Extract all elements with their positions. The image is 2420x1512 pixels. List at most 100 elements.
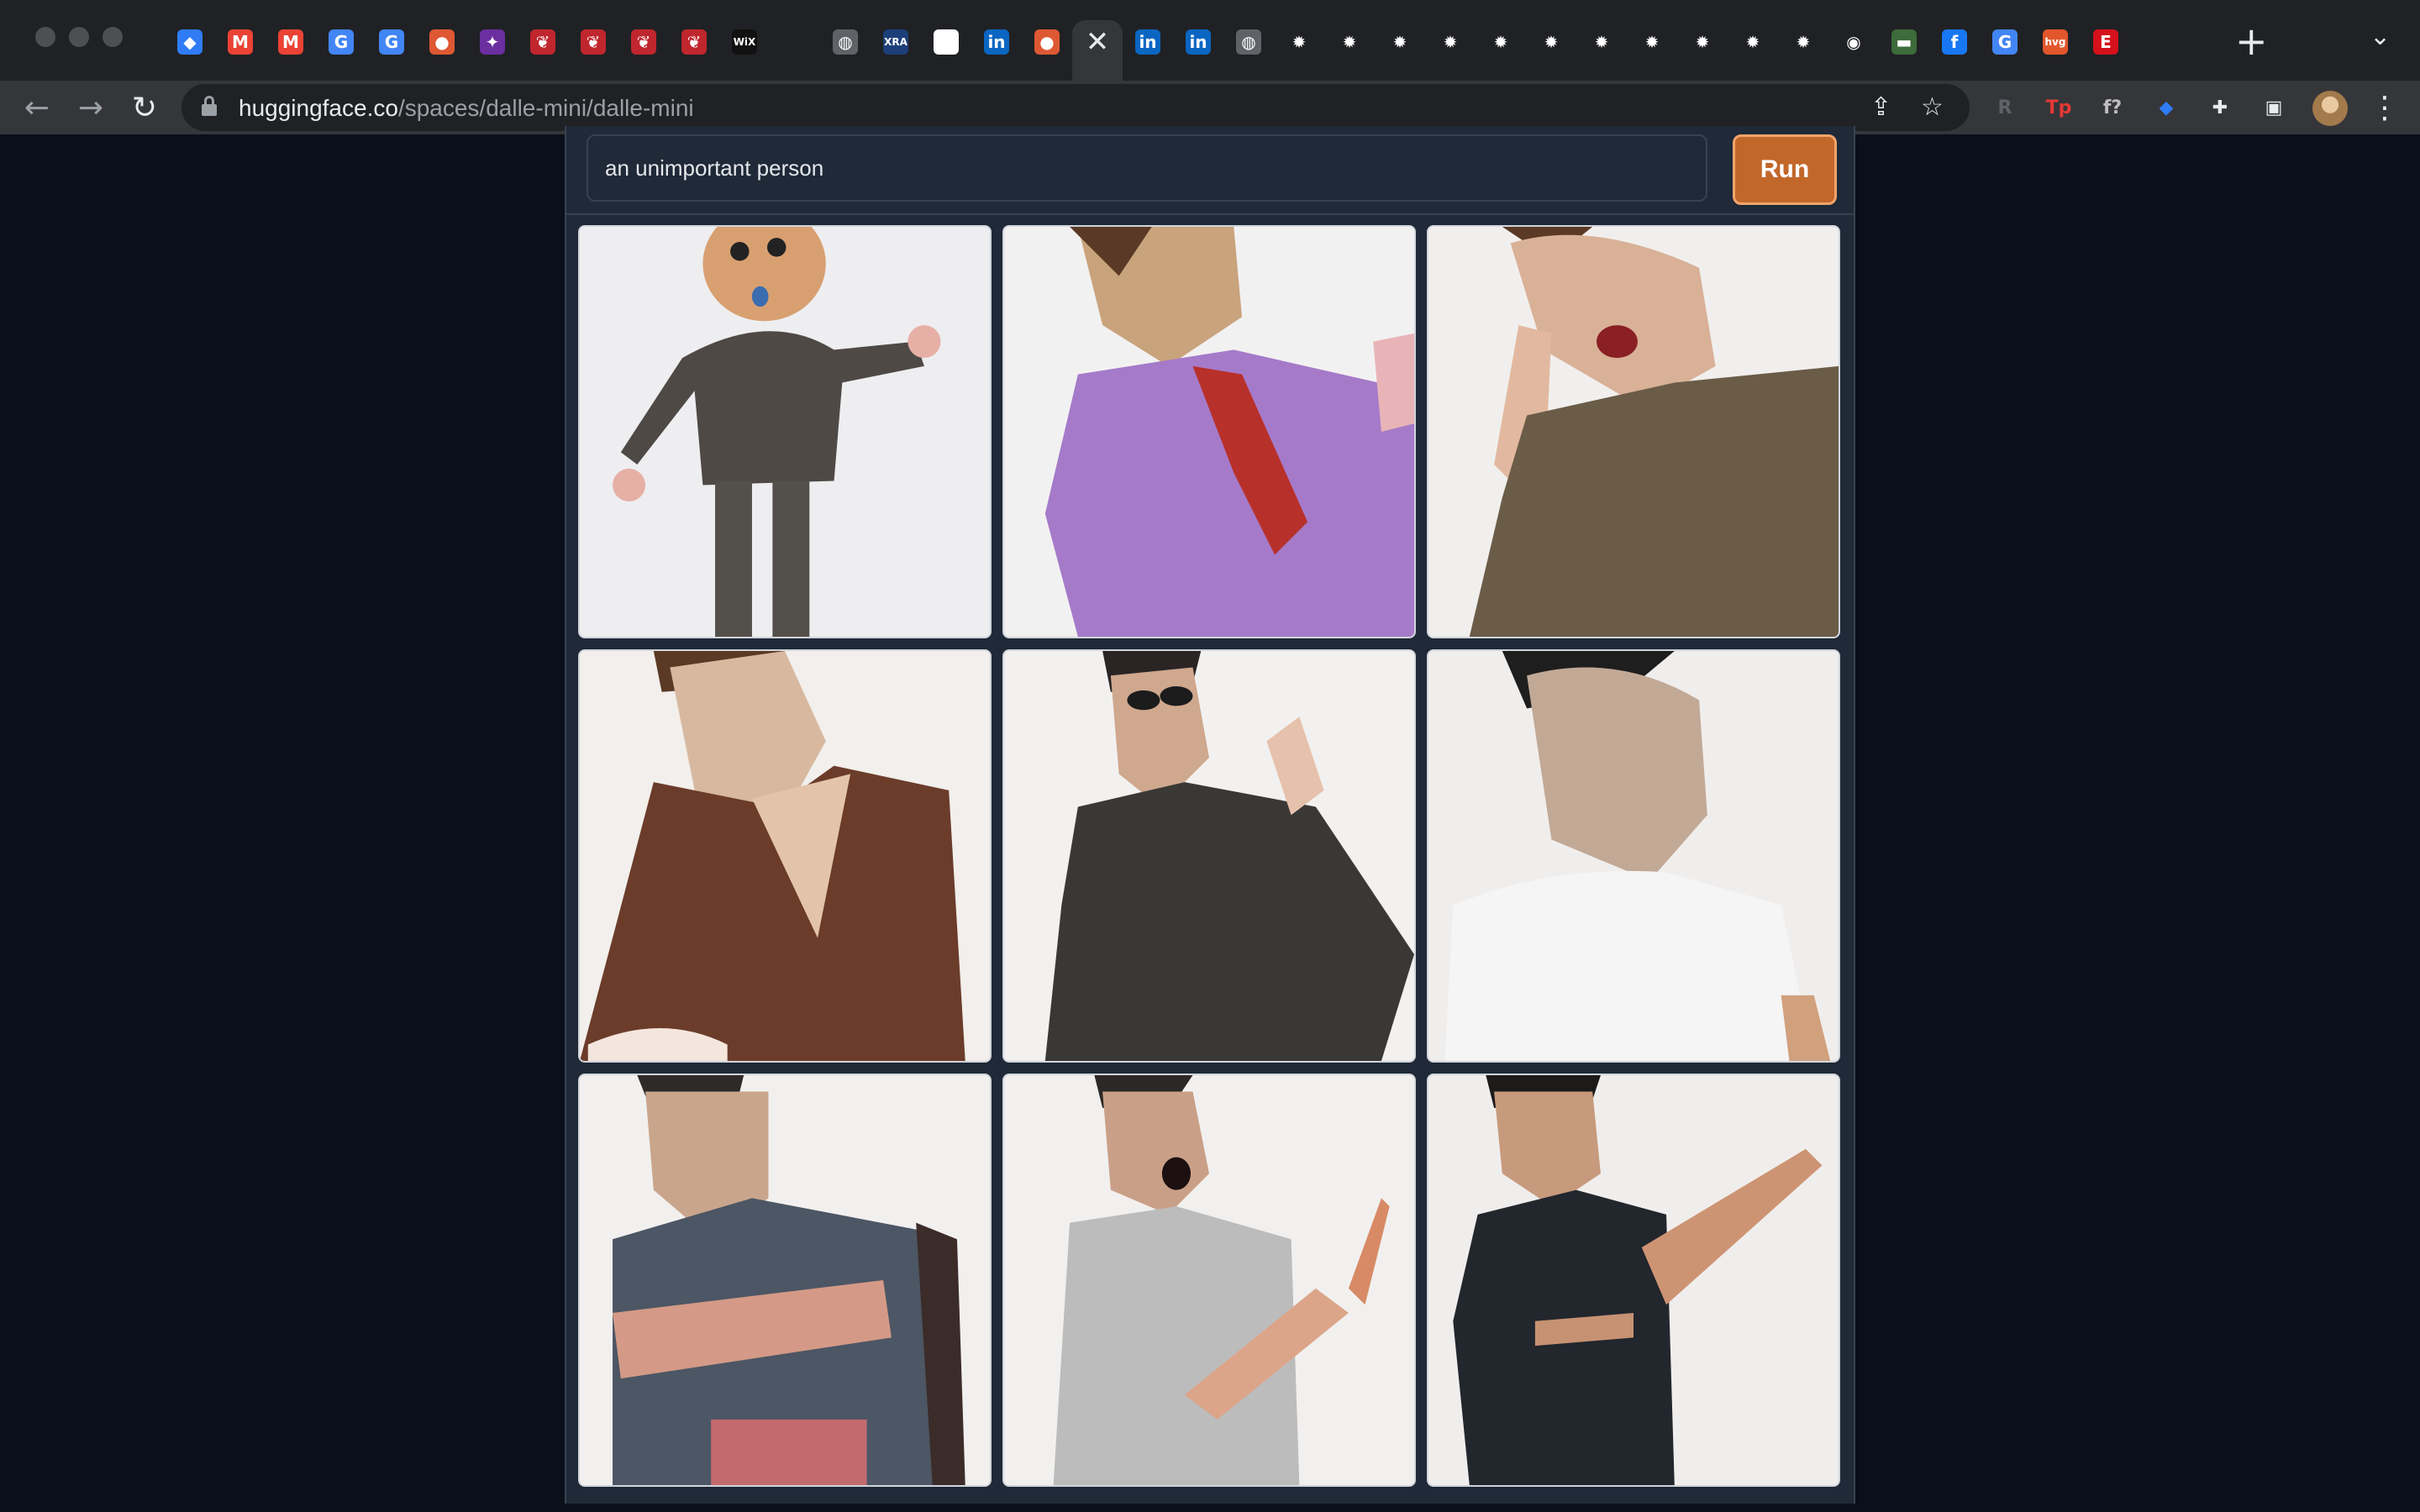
browser-tab[interactable]: ✹ xyxy=(1728,20,1778,64)
browser-tab[interactable]: ✹ xyxy=(1476,20,1526,64)
gear-icon: ✹ xyxy=(1690,29,1715,55)
sapphire-icon[interactable]: ◆ xyxy=(2151,92,2181,123)
browser-tab[interactable]: G xyxy=(366,20,417,64)
browser-tab[interactable]: ❦ xyxy=(618,20,669,64)
browser-tab[interactable]: ▬ xyxy=(1879,20,1929,64)
browser-tab[interactable]: E xyxy=(2081,20,2131,64)
forward-arrow-icon[interactable]: → xyxy=(71,87,111,128)
sapphire-icon: ◆ xyxy=(177,29,203,55)
browser-tab[interactable]: ✦ xyxy=(467,20,518,64)
facebook-icon: f xyxy=(1942,29,1967,55)
browser-tab[interactable]: hvg xyxy=(2030,20,2081,64)
browser-tab[interactable] xyxy=(770,20,820,64)
close-window-button[interactable] xyxy=(35,27,55,47)
more-menu-icon[interactable]: ⋮ xyxy=(2365,87,2405,128)
browser-tab[interactable]: ✹ xyxy=(1627,20,1677,64)
gear-icon: ✹ xyxy=(1791,29,1816,55)
gear-icon: ✹ xyxy=(1387,29,1413,55)
browser-tab[interactable]: ◍ xyxy=(820,20,871,64)
browser-tab[interactable] xyxy=(921,20,971,64)
generated-image-2[interactable] xyxy=(1002,225,1416,638)
bookmark-r-icon[interactable]: R xyxy=(1990,92,2020,123)
browser-tab[interactable]: ✹ xyxy=(1576,20,1627,64)
browser-tab[interactable]: ● xyxy=(1022,20,1072,64)
run-button[interactable]: Run xyxy=(1733,134,1837,205)
browser-tab[interactable]: ✹ xyxy=(1677,20,1728,64)
gmail-icon: M xyxy=(228,29,253,55)
hvg-icon: hvg xyxy=(2043,29,2068,55)
reload-icon[interactable]: ↻ xyxy=(124,87,165,128)
browser-tab[interactable]: ✹ xyxy=(1324,20,1375,64)
gear-icon: ✹ xyxy=(1337,29,1362,55)
browser-tab[interactable]: in xyxy=(971,20,1022,64)
white-square-icon xyxy=(934,29,959,55)
browser-tab[interactable]: M xyxy=(215,20,266,64)
generated-image-1[interactable] xyxy=(578,225,992,638)
browser-tab[interactable]: ✹ xyxy=(1375,20,1425,64)
bookmark-star-icon[interactable]: ☆ xyxy=(1921,92,1944,122)
profile-avatar[interactable] xyxy=(2312,91,2348,126)
minimize-window-button[interactable] xyxy=(69,27,89,47)
browser-tab[interactable]: ✹ xyxy=(1778,20,1828,64)
google-icon: G xyxy=(1992,29,2018,55)
gear-icon: ✹ xyxy=(1639,29,1665,55)
url-text[interactable]: huggingface.co/spaces/dalle-mini/dalle-m… xyxy=(239,95,694,122)
browser-tab[interactable]: M xyxy=(266,20,316,64)
linkedin-icon: in xyxy=(984,29,1009,55)
browser-tab[interactable]: in xyxy=(1173,20,1223,64)
browser-tab[interactable]: ● xyxy=(417,20,467,64)
browser-tab[interactable]: XRA xyxy=(871,20,921,64)
globe-icon: ◍ xyxy=(1236,29,1261,55)
address-bar[interactable]: huggingface.co/spaces/dalle-mini/dalle-m… xyxy=(182,84,1970,131)
browser-tab[interactable]: G xyxy=(316,20,366,64)
wix-icon: WiX xyxy=(732,29,757,55)
url-host: huggingface.co xyxy=(239,95,398,121)
generated-image-7[interactable] xyxy=(578,1074,992,1487)
generated-image-8[interactable] xyxy=(1002,1074,1416,1487)
divider xyxy=(566,213,1854,215)
browser-tab[interactable]: ◍ xyxy=(1223,20,1274,64)
dalle-mini-app-panel: Run xyxy=(565,126,1855,1504)
new-tab-button[interactable]: + xyxy=(2235,18,2268,64)
tab-search-chevron-icon[interactable]: ⌄ xyxy=(2370,22,2391,51)
linkedin-icon: in xyxy=(1186,29,1211,55)
duckduckgo-icon: ● xyxy=(429,29,455,55)
gear-icon: ✹ xyxy=(1589,29,1614,55)
generated-image-6[interactable] xyxy=(1427,649,1840,1063)
browser-tab[interactable]: ✹ xyxy=(1526,20,1576,64)
back-arrow-icon[interactable]: ← xyxy=(17,87,57,128)
browser-tab[interactable]: ❦ xyxy=(568,20,618,64)
browser-tab[interactable]: G xyxy=(1980,20,2030,64)
red-bird-icon: ❦ xyxy=(581,29,606,55)
zoom-window-button[interactable] xyxy=(103,27,123,47)
browser-tab[interactable]: ✕ xyxy=(1072,20,1123,81)
browser-tab[interactable]: ✹ xyxy=(1425,20,1476,64)
sidebar-icon[interactable]: ▣ xyxy=(2259,92,2289,123)
globe-icon: ◍ xyxy=(833,29,858,55)
gear-icon: ✹ xyxy=(1539,29,1564,55)
browser-tab[interactable]: ✹ xyxy=(1274,20,1324,64)
browser-tab[interactable]: ◉ xyxy=(1828,20,1879,64)
browser-tab[interactable]: ◆ xyxy=(165,20,215,64)
generated-image-9[interactable] xyxy=(1427,1074,1840,1487)
gmail-icon: M xyxy=(278,29,303,55)
green-app-icon: ▬ xyxy=(1891,29,1917,55)
generated-image-5[interactable] xyxy=(1002,649,1416,1063)
github-icon: ◉ xyxy=(1841,29,1866,55)
share-icon[interactable]: ⇪ xyxy=(1870,92,1891,122)
browser-tab[interactable]: f xyxy=(1929,20,1980,64)
browser-tab[interactable]: ❦ xyxy=(669,20,719,64)
generated-image-3[interactable] xyxy=(1427,225,1840,638)
purple-app-icon: ✦ xyxy=(480,29,505,55)
browser-tab[interactable]: WiX xyxy=(719,20,770,64)
lock-icon[interactable] xyxy=(202,96,217,118)
red-bird-icon: ❦ xyxy=(631,29,656,55)
close-tab-icon: ✕ xyxy=(1085,25,1110,59)
function-icon[interactable]: f? xyxy=(2097,92,2128,123)
browser-tab[interactable]: in xyxy=(1123,20,1173,64)
browser-tab[interactable]: ❦ xyxy=(518,20,568,64)
generated-image-4[interactable] xyxy=(578,649,992,1063)
puzzle-icon[interactable]: ✚ xyxy=(2205,92,2235,123)
prompt-input[interactable] xyxy=(587,134,1707,202)
tp-icon[interactable]: Tp xyxy=(2044,92,2074,123)
